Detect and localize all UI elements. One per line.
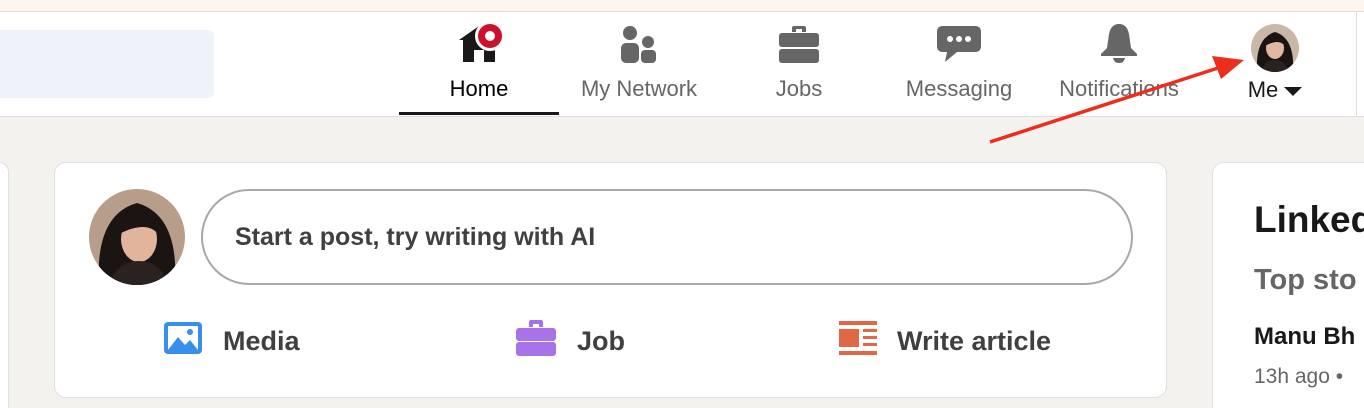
nav-item-jobs[interactable]: Jobs — [719, 12, 879, 116]
briefcase-icon — [769, 12, 829, 66]
start-post-input[interactable]: Start a post, try writing with AI — [201, 189, 1133, 285]
nav-item-my-network[interactable]: My Network — [559, 12, 719, 116]
news-item-title[interactable]: Manu Bh — [1254, 323, 1355, 351]
job-button[interactable]: Job — [515, 317, 625, 365]
media-button[interactable]: Media — [163, 317, 300, 365]
start-post-placeholder: Start a post, try writing with AI — [235, 222, 596, 251]
image-icon — [163, 321, 203, 362]
nav-label-home: Home — [449, 76, 509, 101]
news-card-title: Linked — [1254, 199, 1364, 240]
news-card: Linked Top sto Manu Bh 13h ago • — [1212, 162, 1364, 408]
notification-badge — [475, 21, 505, 51]
nav-label-messaging: Messaging — [905, 76, 1013, 101]
nav-label-jobs: Jobs — [775, 76, 823, 101]
bell-icon — [1089, 12, 1149, 66]
news-card-subtitle: Top sto — [1254, 264, 1357, 296]
share-box: Start a post, try writing with AI Media … — [54, 162, 1167, 398]
job-label: Job — [577, 325, 626, 356]
profile-card — [0, 162, 9, 408]
nav-label-my-network: My Network — [580, 76, 698, 101]
write-article-button[interactable]: Write article — [839, 317, 1051, 365]
nav-item-notifications[interactable]: Notifications — [1039, 12, 1199, 116]
article-icon — [839, 320, 877, 362]
top-banner-strip — [0, 0, 1364, 12]
search-input[interactable] — [0, 30, 214, 98]
global-nav: Home My Network Jobs Messaging Notificat… — [0, 12, 1364, 117]
people-icon — [609, 12, 669, 66]
chevron-down-icon — [1284, 86, 1303, 96]
news-item-meta: 13h ago • — [1254, 365, 1344, 388]
chat-bubble-icon — [929, 12, 989, 66]
avatar — [1251, 24, 1299, 72]
active-tab-indicator — [399, 112, 559, 115]
nav-label-me: Me — [1247, 77, 1279, 102]
media-label: Media — [223, 325, 300, 356]
nav-item-home[interactable]: Home — [399, 12, 559, 116]
avatar[interactable] — [89, 189, 185, 285]
home-icon — [449, 12, 509, 66]
divider — [1356, 12, 1357, 117]
nav-item-me[interactable]: Me — [1215, 12, 1335, 116]
nav-item-messaging[interactable]: Messaging — [879, 12, 1039, 116]
nav-label-notifications: Notifications — [1059, 76, 1179, 101]
write-article-label: Write article — [897, 325, 1052, 356]
briefcase-icon — [515, 319, 557, 364]
